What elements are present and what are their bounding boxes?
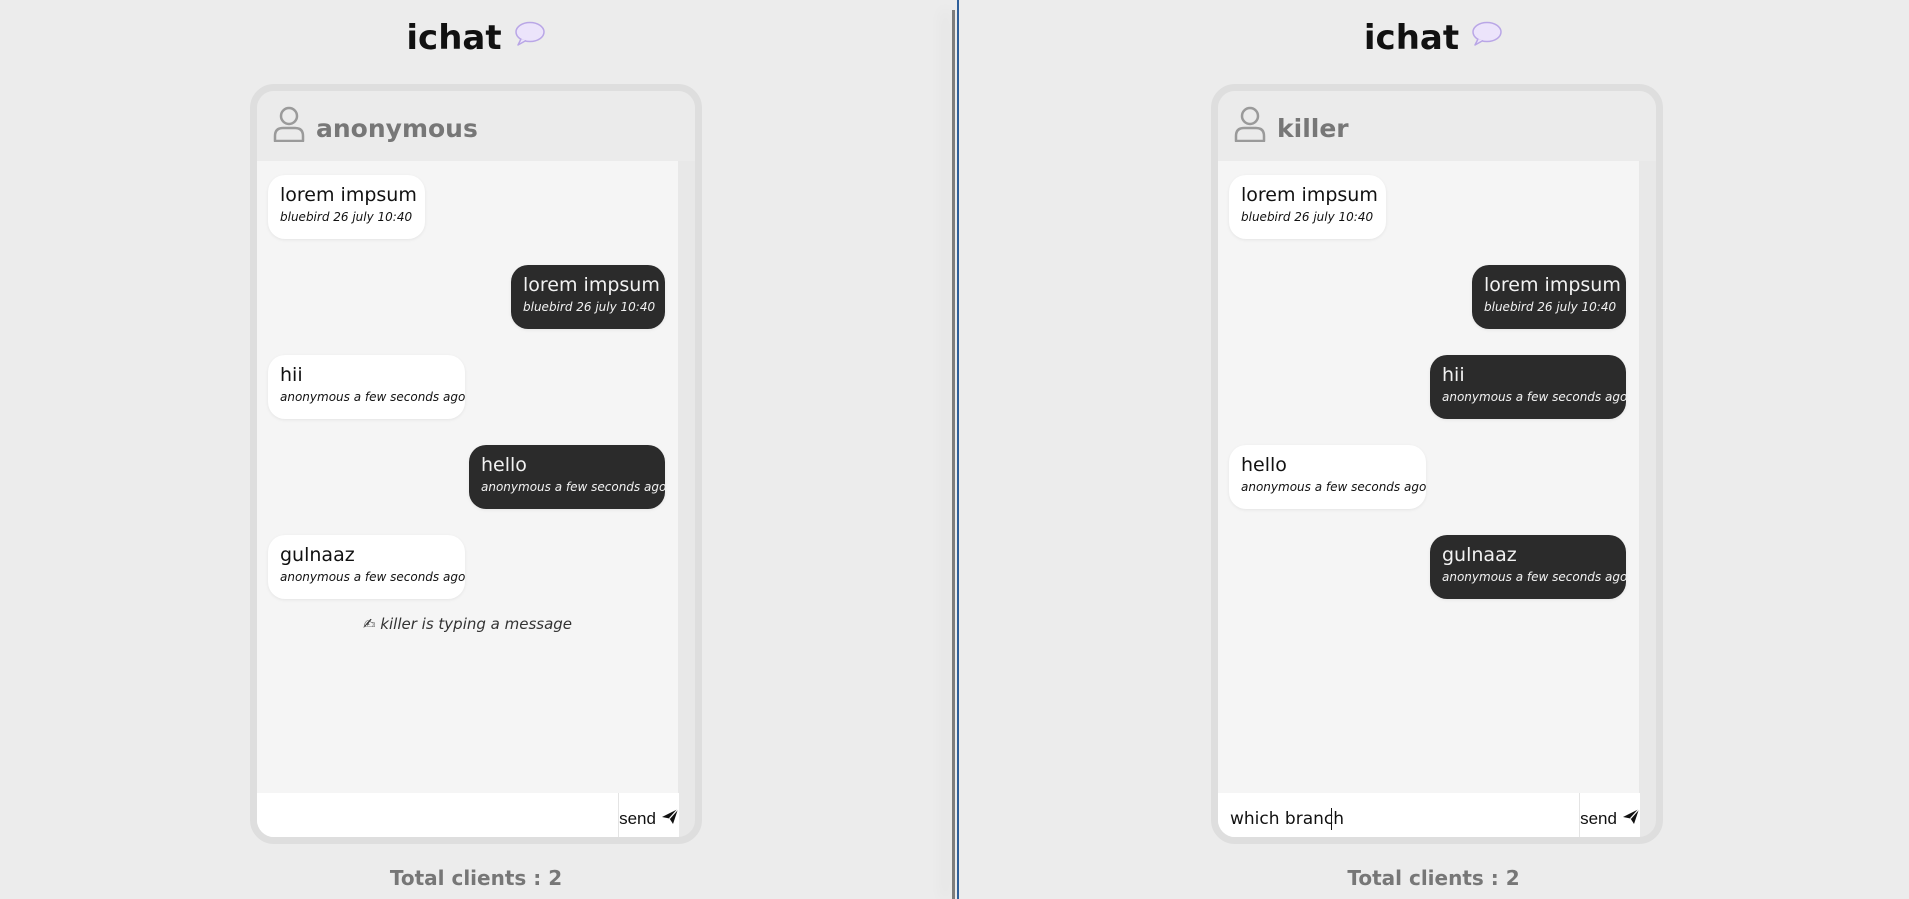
app-title-text: ichat: [406, 18, 502, 58]
message-text: gulnaaz: [1442, 544, 1517, 566]
message-incoming: lorem impsum bluebird 26 july 10:40: [1229, 175, 1386, 239]
message-composer: send: [1218, 793, 1640, 837]
message-meta: anonymous a few seconds ago: [481, 480, 667, 494]
message-outgoing: hii anonymous a few seconds ago: [1430, 355, 1628, 419]
message-outgoing: lorem impsum bluebird 26 july 10:40: [1472, 265, 1626, 329]
message-incoming: gulnaaz anonymous a few seconds ago: [268, 535, 465, 599]
message-incoming: hii anonymous a few seconds ago: [268, 355, 465, 419]
chat-window: anonymous lorem impsum bluebird 26 july …: [250, 84, 702, 844]
message-outgoing: hello anonymous a few seconds ago: [469, 445, 667, 509]
speech-bubble-icon: [1471, 16, 1503, 56]
message-text: hello: [481, 454, 527, 476]
user-icon: [273, 106, 305, 146]
message-incoming: lorem impsum bluebird 26 july 10:40: [268, 175, 425, 239]
message-meta: anonymous a few seconds ago: [280, 570, 466, 584]
message-meta: anonymous a few seconds ago: [1442, 390, 1628, 404]
message-meta: bluebird 26 july 10:40: [1484, 300, 1617, 314]
user-icon: [1234, 106, 1266, 146]
app-title-text: ichat: [1363, 18, 1460, 58]
chat-header: anonymous: [257, 91, 695, 161]
message-list: lorem impsum bluebird 26 july 10:40 lore…: [257, 161, 678, 793]
send-button[interactable]: send: [618, 793, 679, 837]
chat-username: anonymous: [316, 114, 478, 143]
message-incoming: hello anonymous a few seconds ago: [1229, 445, 1426, 509]
send-label: send: [1580, 808, 1617, 828]
message-meta: bluebird 26 july 10:40: [280, 210, 413, 224]
message-text: lorem impsum: [1241, 184, 1378, 206]
chat-username: killer: [1277, 114, 1349, 143]
chat-header: killer: [1218, 91, 1656, 161]
chat-client-right: ichat killer lorem impsum bluebird 26 ju…: [958, 0, 1909, 899]
message-input[interactable]: [257, 793, 618, 837]
message-meta: anonymous a few seconds ago: [1442, 570, 1628, 584]
message-meta: anonymous a few seconds ago: [1241, 480, 1427, 494]
speech-bubble-icon: [514, 16, 546, 56]
message-text: hii: [1442, 364, 1465, 386]
message-list: lorem impsum bluebird 26 july 10:40 lore…: [1218, 161, 1639, 793]
message-composer: send: [257, 793, 679, 837]
paper-plane-icon: [1622, 808, 1640, 829]
app-title: ichat: [0, 18, 952, 60]
message-text: lorem impsum: [523, 274, 660, 296]
message-meta: bluebird 26 july 10:40: [523, 300, 656, 314]
window-divider[interactable]: [952, 10, 955, 899]
text-caret: [1331, 808, 1332, 830]
message-outgoing: lorem impsum bluebird 26 july 10:40: [511, 265, 665, 329]
message-text: gulnaaz: [280, 544, 355, 566]
message-meta: bluebird 26 july 10:40: [1241, 210, 1374, 224]
message-meta: anonymous a few seconds ago: [280, 390, 466, 404]
send-label: send: [619, 808, 656, 828]
message-outgoing: gulnaaz anonymous a few seconds ago: [1430, 535, 1628, 599]
send-button[interactable]: send: [1579, 793, 1640, 837]
typing-indicator: ✍ killer is typing a message: [362, 615, 573, 633]
message-text: lorem impsum: [1484, 274, 1621, 296]
chat-client-left: ichat anonymous lorem impsum bluebird 26…: [0, 0, 952, 899]
total-clients: Total clients : 2: [1347, 866, 1520, 890]
app-title: ichat: [958, 18, 1909, 60]
message-text: hii: [280, 364, 303, 386]
message-text: hello: [1241, 454, 1287, 476]
paper-plane-icon: [661, 808, 679, 829]
message-text: lorem impsum: [280, 184, 417, 206]
message-input[interactable]: [1218, 793, 1579, 837]
total-clients: Total clients : 2: [389, 866, 563, 890]
chat-window: killer lorem impsum bluebird 26 july 10:…: [1211, 84, 1663, 844]
